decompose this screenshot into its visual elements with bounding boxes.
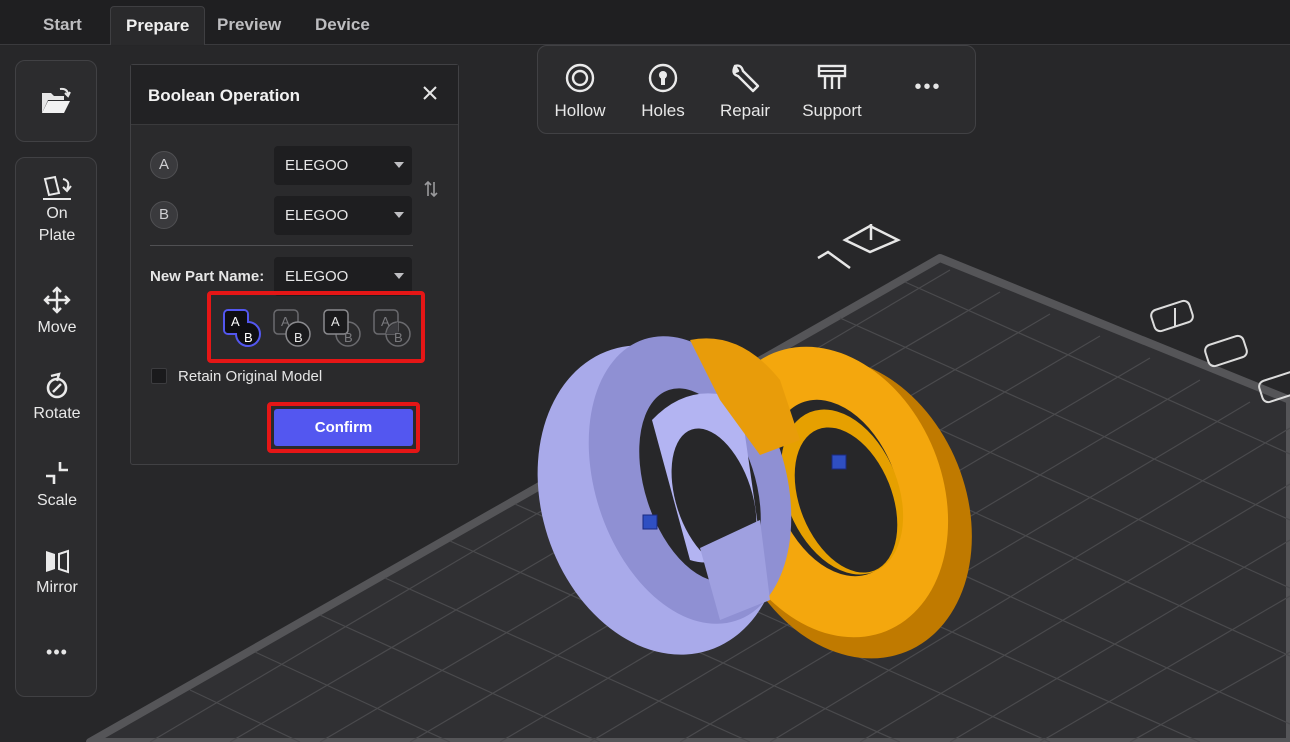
repair-label: Repair <box>719 101 771 120</box>
union-op-icon[interactable]: A B <box>221 307 263 349</box>
open-folder-icon <box>42 87 71 113</box>
top-tab-bar: Start Prepare Preview Device <box>0 0 1290 45</box>
model-a-handle[interactable] <box>642 514 658 530</box>
part-b-select[interactable]: ELEGOO <box>274 196 412 235</box>
op3-b-letter: B <box>344 330 353 345</box>
part-b-tag: B <box>150 201 178 229</box>
mirror-icon <box>46 549 69 574</box>
retain-original-checkbox[interactable] <box>151 368 167 384</box>
dialog-title: Boolean Operation <box>148 86 301 105</box>
on-plate-label-line1: On <box>46 205 68 222</box>
holes-tool[interactable]: Holes <box>638 62 688 121</box>
chevron-down-icon <box>394 212 404 218</box>
repair-tool[interactable]: Repair <box>719 62 771 121</box>
support-label: Support <box>802 101 862 120</box>
retain-original-label: Retain Original Model <box>178 368 323 385</box>
support-tool[interactable]: Support <box>800 62 864 121</box>
op3-a-letter: A <box>331 314 340 329</box>
hollow-icon <box>565 63 595 93</box>
close-icon[interactable] <box>418 81 442 105</box>
confirm-highlight: Confirm <box>267 402 420 453</box>
repair-wrench-icon <box>732 64 760 93</box>
rotate-tool[interactable]: Rotate <box>16 371 98 425</box>
holes-label: Holes <box>641 101 685 120</box>
part-a-select[interactable]: ELEGOO <box>274 146 412 185</box>
union-b-letter: B <box>244 330 253 345</box>
part-b-value: ELEGOO <box>285 207 349 224</box>
rotate-label: Rotate <box>33 405 81 422</box>
mirror-label: Mirror <box>36 579 78 596</box>
rotate-icon <box>46 372 68 399</box>
top-toolbar: Hollow Holes Repair Support ••• <box>537 45 976 134</box>
boolean-operations-group: A B A B A B A B <box>207 291 425 363</box>
mirror-tool[interactable]: Mirror <box>16 545 98 599</box>
hollow-tool[interactable]: Hollow <box>552 62 608 121</box>
move-label: Move <box>37 319 77 336</box>
tab-prepare[interactable]: Prepare <box>110 6 206 45</box>
tab-preview[interactable]: Preview <box>202 6 296 45</box>
scale-icon <box>46 462 68 484</box>
op2-a-letter: A <box>281 314 290 329</box>
on-plate-label-line2: Plate <box>38 227 76 244</box>
swap-parts-icon[interactable] <box>423 179 439 199</box>
part-a-tag: A <box>150 151 178 179</box>
holes-icon <box>648 63 678 93</box>
view-cube-icon <box>817 224 901 270</box>
more-tools-button[interactable]: ••• <box>16 642 98 663</box>
move-tool[interactable]: Move <box>16 285 98 339</box>
op4-a-letter: A <box>381 314 390 329</box>
part-a-value: ELEGOO <box>285 157 349 174</box>
subtract-b-op-icon[interactable]: A B <box>321 307 363 349</box>
chevron-down-icon <box>394 162 404 168</box>
tab-device[interactable]: Device <box>300 6 385 45</box>
chevron-down-icon <box>394 273 404 279</box>
subtract-a-op-icon[interactable]: A B <box>271 307 313 349</box>
confirm-button[interactable]: Confirm <box>274 409 413 446</box>
dialog-header: Boolean Operation <box>131 65 458 125</box>
op4-b-letter: B <box>394 330 403 345</box>
left-toolbar: On Plate Move Rotate Scale Mirror ••• <box>15 157 97 697</box>
lay-on-plate-icon <box>43 175 72 200</box>
import-button[interactable] <box>15 60 97 142</box>
scale-tool[interactable]: Scale <box>16 458 98 512</box>
move-icon <box>43 286 71 314</box>
top-more-button[interactable]: ••• <box>906 76 950 99</box>
intersection-op-icon[interactable]: A B <box>371 307 413 349</box>
on-plate-tool[interactable]: On Plate <box>16 175 98 247</box>
dialog-divider <box>150 245 413 246</box>
scale-label: Scale <box>36 492 78 509</box>
tab-start[interactable]: Start <box>28 6 97 45</box>
model-b-handle[interactable] <box>831 454 847 470</box>
new-part-name-label: New Part Name: <box>150 268 265 285</box>
boolean-operation-dialog: Boolean Operation A ELEGOO B ELEGOO New … <box>130 64 459 465</box>
union-a-letter: A <box>231 314 240 329</box>
new-part-name-value: ELEGOO <box>285 268 349 285</box>
hollow-label: Hollow <box>554 101 606 120</box>
op2-b-letter: B <box>294 330 303 345</box>
support-icon <box>817 64 847 89</box>
